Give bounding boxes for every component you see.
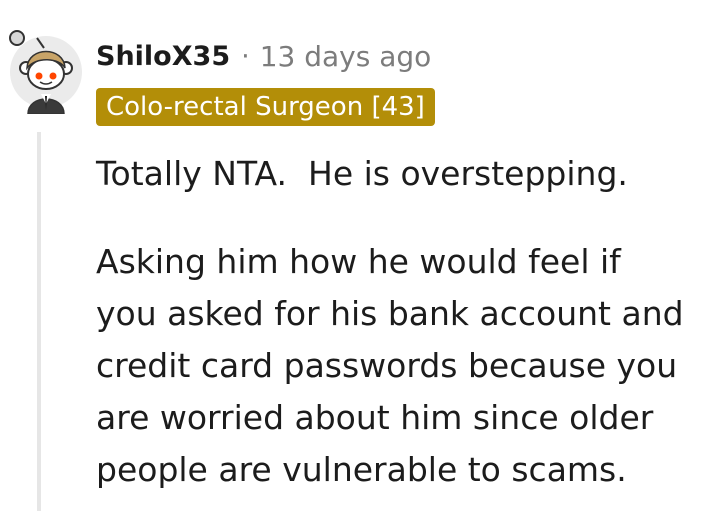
username-link[interactable]: ShiloX35 (96, 41, 230, 72)
user-flair: Colo-rectal Surgeon [43] (96, 88, 435, 126)
thread-line[interactable] (37, 132, 41, 511)
comment-paragraph: Asking him how he would feel if you aske… (96, 242, 684, 489)
comment-body: Totally NTA. He is overstepping. Asking … (96, 148, 696, 496)
comment-meta: ShiloX35 · 13 days ago (96, 36, 431, 76)
avatar-icon[interactable] (6, 24, 82, 114)
comment-paragraph: Totally NTA. He is overstepping. (96, 154, 628, 193)
meta-separator: · (241, 40, 250, 72)
timestamp[interactable]: 13 days ago (260, 40, 432, 73)
